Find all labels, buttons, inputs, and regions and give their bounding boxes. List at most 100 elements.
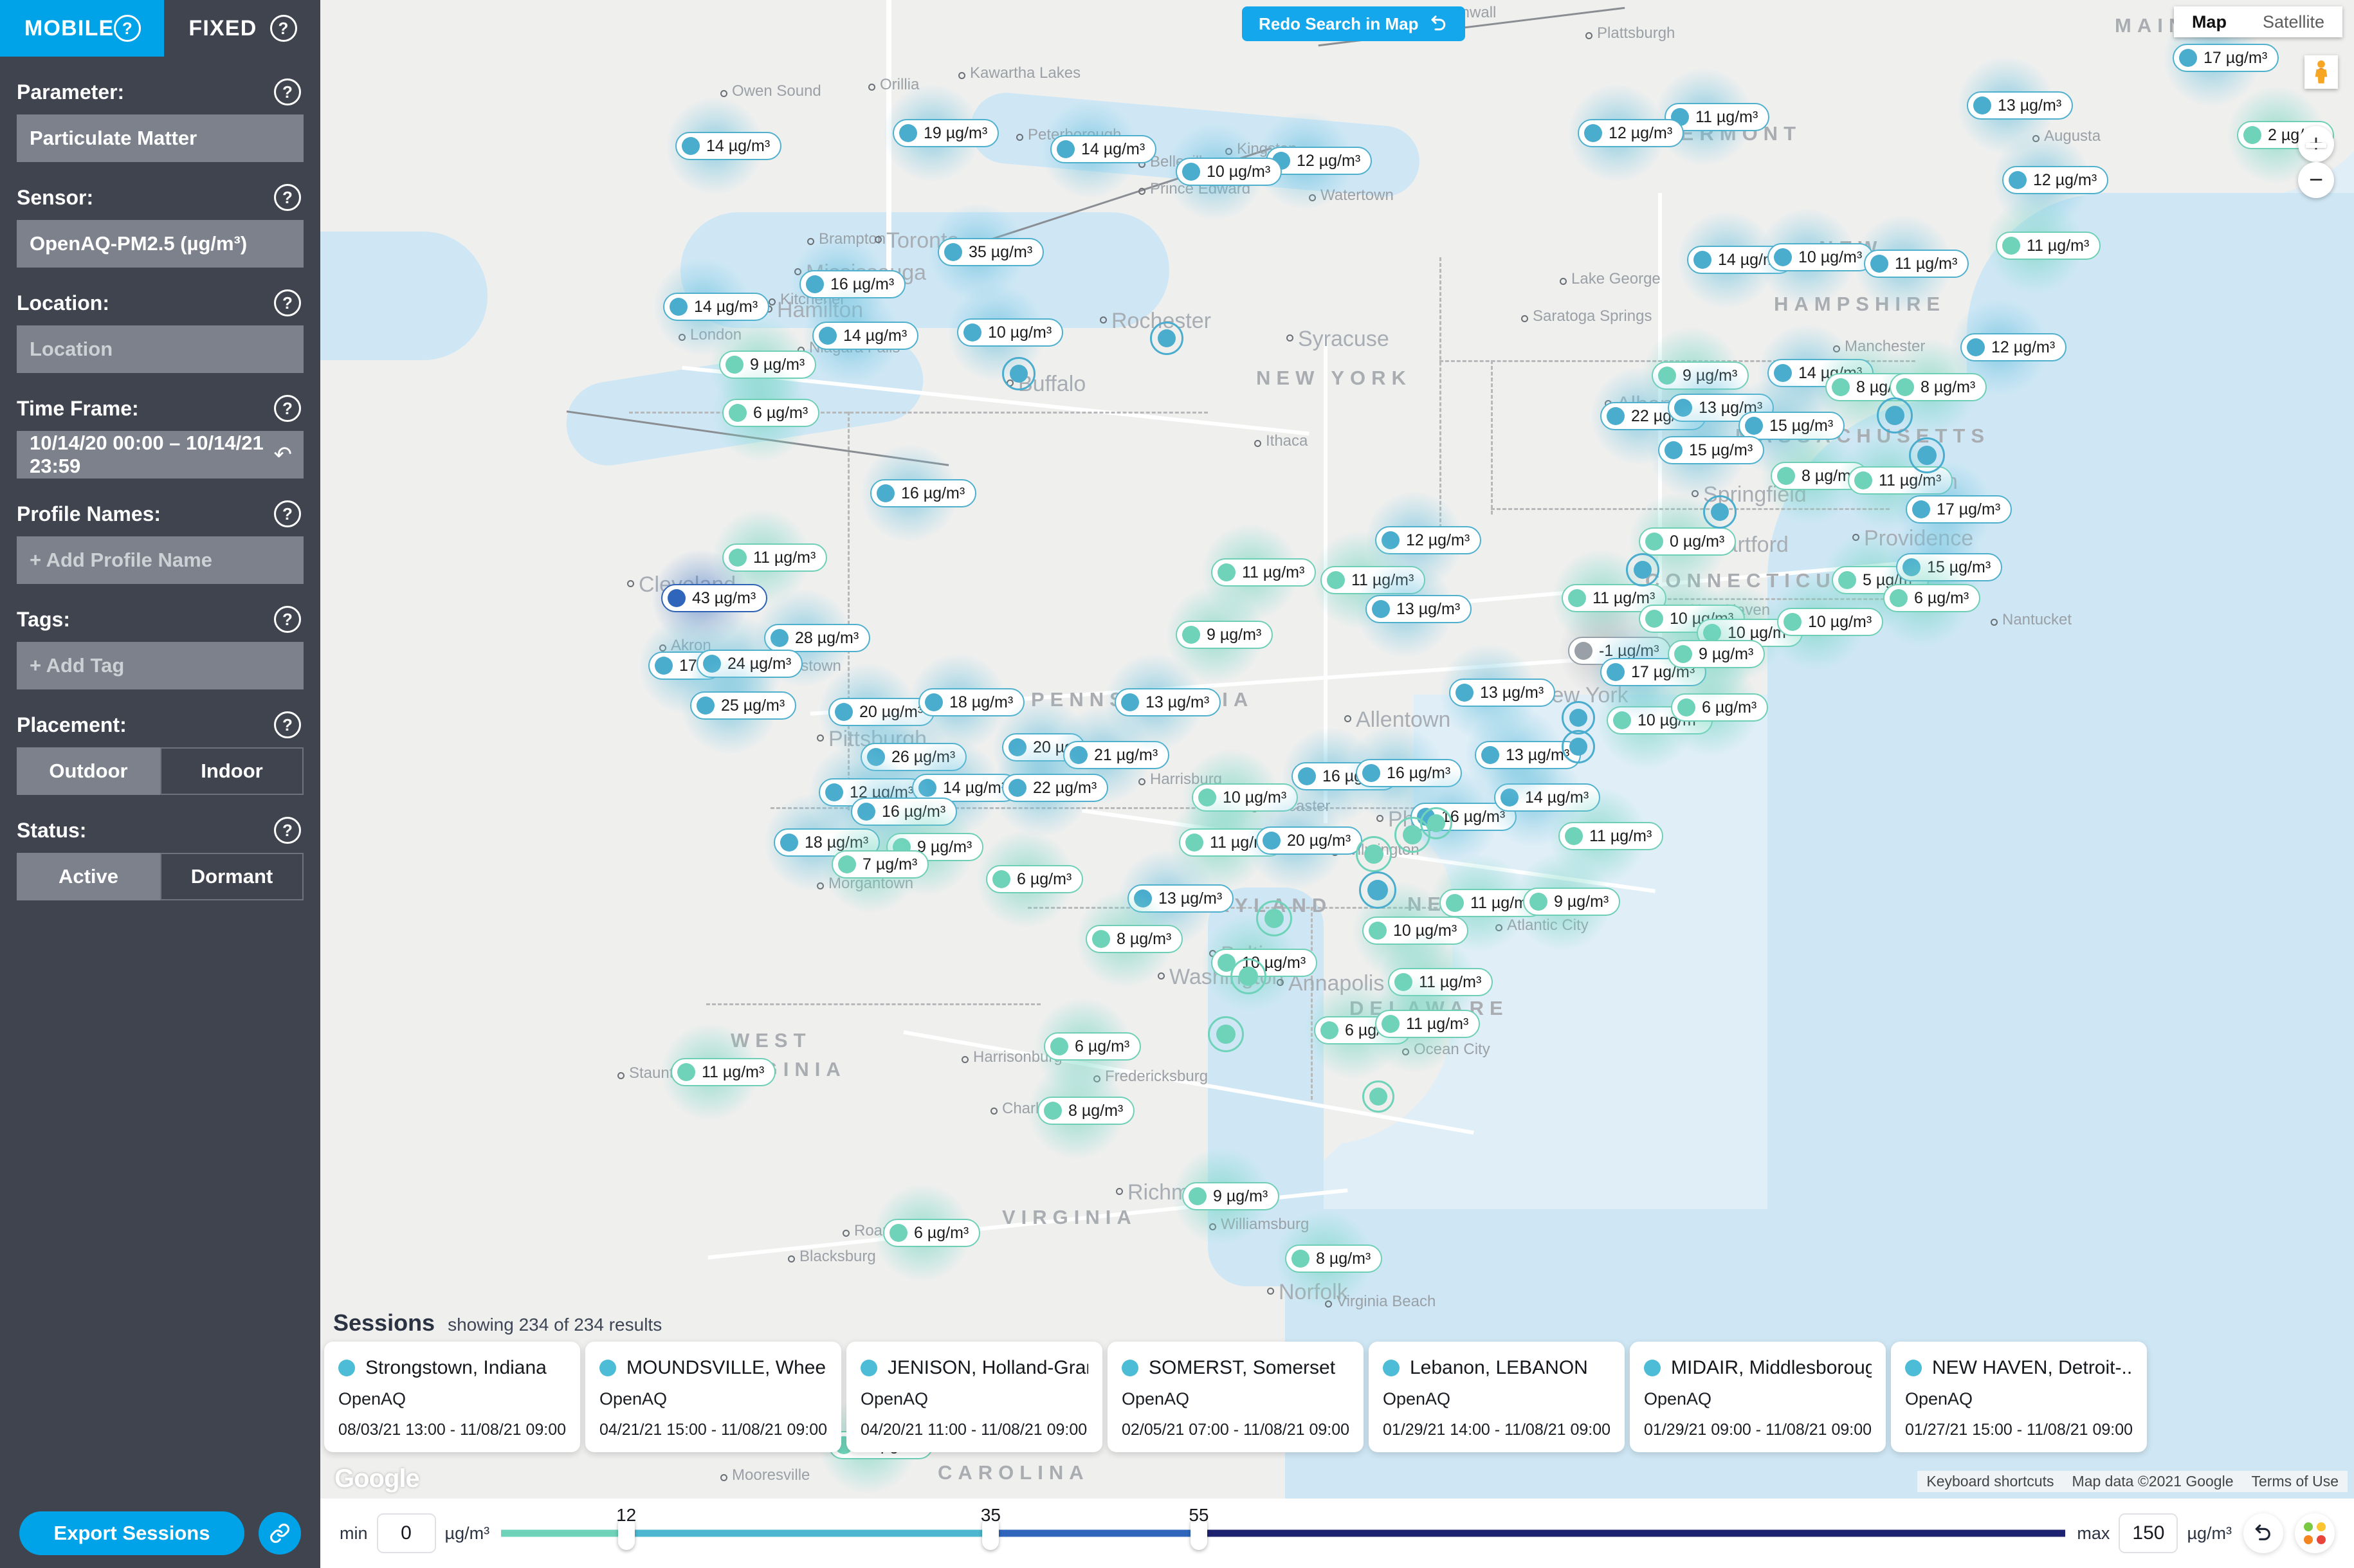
export-sessions-button[interactable]: Export Sessions [19,1511,244,1555]
profile-names-input[interactable]: + Add Profile Name [17,536,304,584]
measurement-marker[interactable]: 24 µg/m³ [697,650,803,678]
measurement-marker[interactable]: 11 µg/m³ [1996,232,2101,260]
measurement-marker[interactable]: 21 µg/m³ [1063,741,1170,769]
timeframe-input[interactable]: 10/14/20 00:00 – 10/14/21 23:59 ↶ [17,431,304,479]
measurement-marker[interactable]: 10 µg/m³ [1362,916,1469,945]
measurement-marker[interactable]: 13 µg/m³ [1449,679,1556,707]
session-card[interactable]: MOUNDSVILLE, Wheeling OpenAQ 04/21/21 15:0… [585,1342,841,1452]
measurement-marker[interactable]: 14 µg/m³ [1050,135,1157,163]
measurement-marker[interactable]: 6 µg/m³ [1883,584,1981,612]
placement-outdoor-button[interactable]: Outdoor [17,747,160,795]
parameter-input[interactable]: Particulate Matter [17,114,304,162]
measurement-marker[interactable]: 11 µg/m³ [1848,466,1953,495]
measurement-marker[interactable]: 11 µg/m³ [722,543,828,572]
session-card[interactable]: MIDAIR, Middlesborough OpenAQ 01/29/21 09:… [1630,1342,1886,1452]
measurement-marker[interactable]: 11 µg/m³ [1864,250,1969,278]
measurement-marker[interactable]: 16 µg/m³ [870,479,977,507]
selected-marker[interactable] [1420,807,1452,839]
measurement-marker[interactable]: 14 µg/m³ [812,322,919,350]
measurement-marker[interactable]: 17 µg/m³ [2173,44,2279,72]
measurement-marker[interactable]: 6 µg/m³ [1044,1032,1142,1061]
zoom-slider-thumb[interactable] [2306,143,2326,148]
measurement-marker[interactable]: 18 µg/m³ [918,688,1025,716]
selected-marker[interactable] [1703,495,1737,529]
measurement-marker[interactable]: 8 µg/m³ [1285,1244,1383,1273]
selected-marker[interactable] [1909,437,1945,473]
measurement-marker[interactable]: 13 µg/m³ [1115,688,1221,716]
location-input[interactable]: Location [17,325,304,373]
measurement-marker[interactable]: 14 µg/m³ [675,132,782,160]
measurement-marker[interactable]: 13 µg/m³ [1967,91,2074,120]
measurement-marker[interactable]: 9 µg/m³ [1652,361,1749,390]
measurement-marker[interactable]: 10 µg/m³ [1176,158,1282,186]
status-dormant-button[interactable]: Dormant [160,853,304,900]
measurement-marker[interactable]: 10 µg/m³ [957,318,1064,347]
session-card-list[interactable]: Strongstown, Indiana OpenAQ 08/03/21 13:00… [324,1342,2147,1452]
status-active-button[interactable]: Active [17,853,160,900]
zoom-out-button[interactable]: − [2298,162,2334,198]
selected-marker[interactable] [1150,322,1183,355]
measurement-marker[interactable]: 7 µg/m³ [832,850,929,879]
measurement-marker[interactable]: 8 µg/m³ [1037,1097,1135,1125]
sensor-input[interactable]: OpenAQ-PM2.5 (µg/m³) [17,220,304,268]
measurement-marker[interactable]: 11 µg/m³ [1558,822,1664,850]
measurement-marker[interactable]: 35 µg/m³ [938,238,1045,266]
threshold-min-input[interactable]: 0 [376,1513,436,1553]
measurement-marker[interactable]: 8 µg/m³ [1086,925,1183,953]
threshold-track-wrapper[interactable]: 12 35 55 [501,1499,2066,1568]
selected-marker[interactable] [1256,900,1292,936]
session-card[interactable]: Lebanon, LEBANON OpenAQ 01/29/21 14:00 - 1… [1369,1342,1625,1452]
help-icon-parameter[interactable]: ? [274,78,301,105]
map-type-satellite-button[interactable]: Satellite [2244,6,2342,37]
measurement-marker[interactable]: 17 µg/m³ [1906,495,2012,524]
measurement-marker[interactable]: 16 µg/m³ [851,798,958,826]
measurement-marker[interactable]: 8 µg/m³ [1890,373,1987,401]
selected-marker[interactable] [1359,871,1396,909]
measurement-marker[interactable]: 6 µg/m³ [883,1219,981,1247]
measurement-marker[interactable]: 9 µg/m³ [1182,1182,1280,1210]
map-area[interactable]: MAINEVERMONTNEWHAMPSHIRENEW YORKMASSACHU… [320,0,2354,1568]
measurement-marker[interactable]: 9 µg/m³ [719,351,817,379]
tab-mobile[interactable]: MOBILE ? [0,0,165,57]
measurement-marker[interactable]: 9 µg/m³ [1176,621,1273,649]
selected-marker[interactable] [1208,1016,1244,1052]
measurement-marker[interactable]: 6 µg/m³ [986,865,1084,893]
selected-marker[interactable] [1626,553,1659,587]
timeframe-reset-icon[interactable]: ↶ [274,442,293,468]
help-icon-timeframe[interactable]: ? [274,395,301,422]
session-card[interactable]: Strongstown, Indiana OpenAQ 08/03/21 13:00… [324,1342,580,1452]
measurement-marker[interactable]: 13 µg/m³ [1127,884,1234,913]
measurement-marker[interactable]: 9 µg/m³ [1668,640,1766,668]
measurement-marker[interactable]: 12 µg/m³ [1960,333,2067,361]
measurement-marker[interactable]: 11 µg/m³ [1375,1010,1481,1038]
selected-marker[interactable] [1002,357,1036,390]
measurement-marker[interactable]: 14 µg/m³ [1494,783,1601,812]
measurement-marker[interactable]: 19 µg/m³ [893,119,999,147]
selected-marker[interactable] [1230,958,1266,994]
redo-search-in-map-button[interactable]: Redo Search in Map [1242,6,1465,41]
measurement-marker[interactable]: 11 µg/m³ [1388,968,1493,996]
session-card[interactable]: JENISON, Holland-Gran... OpenAQ 04/20/21 1… [846,1342,1102,1452]
measurement-marker[interactable]: 16 µg/m³ [1356,759,1463,787]
help-icon-placement[interactable]: ? [274,711,301,738]
measurement-marker[interactable]: 25 µg/m³ [690,691,797,720]
map-type-map-button[interactable]: Map [2173,6,2245,37]
measurement-marker[interactable]: 22 µg/m³ [1002,774,1109,802]
placement-indoor-button[interactable]: Indoor [160,747,304,795]
measurement-marker[interactable]: 20 µg/m³ [1256,826,1363,855]
help-icon-tags[interactable]: ? [274,606,301,633]
measurement-marker[interactable]: 15 µg/m³ [1896,553,2003,581]
session-card[interactable]: SOMERST, Somerset OpenAQ 02/05/21 07:00 - … [1108,1342,1364,1452]
measurement-marker[interactable]: 11 µg/m³ [1320,566,1426,594]
tab-fixed[interactable]: FIXED ? [164,0,320,57]
selected-marker[interactable] [1356,836,1392,872]
help-icon-mobile[interactable]: ? [114,15,141,42]
selected-marker[interactable] [1362,1080,1394,1113]
help-icon-profile-names[interactable]: ? [274,500,301,527]
help-icon-status[interactable]: ? [274,817,301,844]
threshold-palette-button[interactable] [2295,1513,2335,1553]
measurement-marker[interactable]: 16 µg/m³ [799,270,906,298]
terms-of-use-link[interactable]: Terms of Use [2242,1471,2348,1492]
measurement-marker[interactable]: 12 µg/m³ [1375,526,1482,554]
measurement-marker[interactable]: 10 µg/m³ [1777,608,1884,636]
